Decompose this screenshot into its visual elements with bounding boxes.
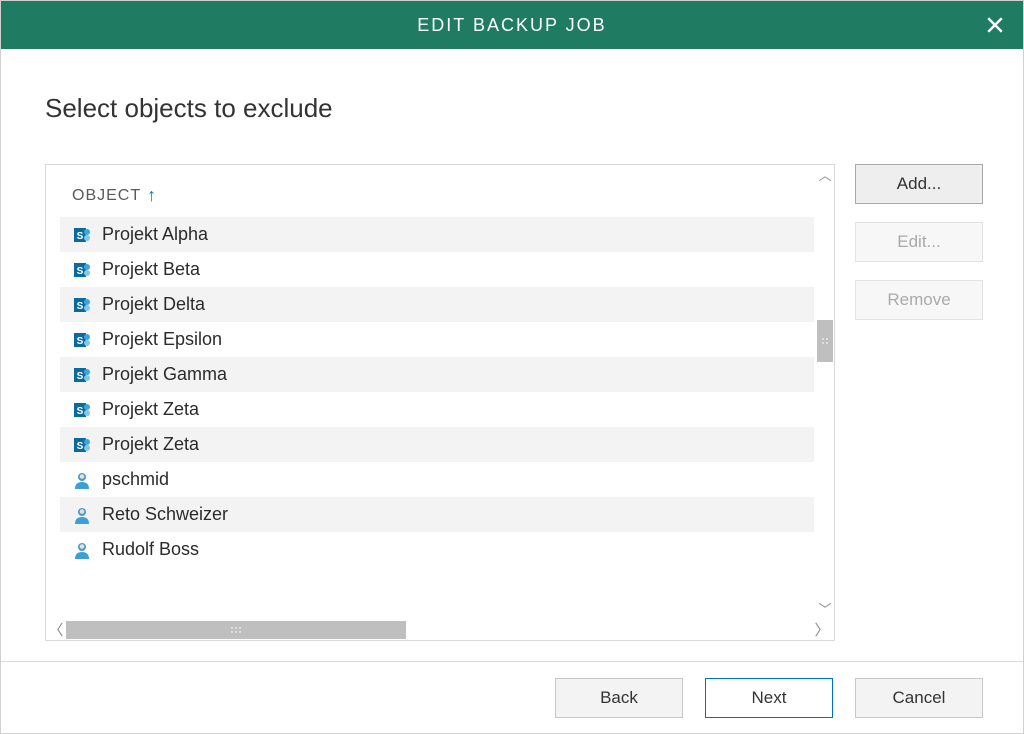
edit-backup-job-dialog: EDIT BACKUP JOB Select objects to exclud… xyxy=(0,0,1024,734)
svg-text:S: S xyxy=(77,441,84,452)
vertical-scroll-thumb[interactable] xyxy=(817,320,833,362)
object-list-container: OBJECT ↑ S Projekt Alpha S Projekt Beta S Pro… xyxy=(45,164,835,641)
list-item-icon-cell xyxy=(72,540,92,560)
list-item-label: Projekt Beta xyxy=(102,259,200,280)
list-item-label: pschmid xyxy=(102,469,169,490)
sharepoint-icon: S xyxy=(73,401,91,419)
sharepoint-icon: S xyxy=(73,331,91,349)
main-area: OBJECT ↑ S Projekt Alpha S Projekt Beta S Pro… xyxy=(45,164,983,641)
list-item-label: Projekt Zeta xyxy=(102,434,199,455)
svg-text:S: S xyxy=(77,371,84,382)
list-item[interactable]: S Projekt Beta xyxy=(60,252,814,287)
column-header-label: OBJECT xyxy=(72,187,141,205)
back-button[interactable]: Back xyxy=(555,678,683,718)
horizontal-scrollbar[interactable]: 〈 〉 xyxy=(46,620,834,640)
dialog-titlebar: EDIT BACKUP JOB xyxy=(1,1,1023,49)
list-item-label: Projekt Epsilon xyxy=(102,329,222,350)
list-item-label: Rudolf Boss xyxy=(102,539,199,560)
side-buttons: Add... Edit... Remove xyxy=(855,164,983,641)
list-item[interactable]: pschmid xyxy=(60,462,814,497)
list-item-label: Projekt Zeta xyxy=(102,399,199,420)
close-icon xyxy=(986,16,1004,34)
scroll-up-icon[interactable]: ︿ xyxy=(818,169,831,182)
svg-text:S: S xyxy=(77,301,84,312)
remove-button[interactable]: Remove xyxy=(855,280,983,320)
sharepoint-icon: S xyxy=(73,296,91,314)
list-item-icon-cell: S xyxy=(72,330,92,350)
sharepoint-icon: S xyxy=(73,436,91,454)
scroll-down-icon[interactable]: ﹀ xyxy=(818,603,831,616)
cancel-button[interactable]: Cancel xyxy=(855,678,983,718)
user-icon xyxy=(72,540,92,560)
dialog-title: EDIT BACKUP JOB xyxy=(417,15,606,36)
scroll-left-icon[interactable]: 〈 xyxy=(46,623,66,638)
next-button[interactable]: Next xyxy=(705,678,833,718)
sharepoint-icon: S xyxy=(73,226,91,244)
list-item-icon-cell: S xyxy=(72,400,92,420)
list-column-header[interactable]: OBJECT ↑ xyxy=(46,165,834,217)
list-item-icon-cell: S xyxy=(72,435,92,455)
add-button[interactable]: Add... xyxy=(855,164,983,204)
svg-text:S: S xyxy=(77,266,84,277)
sort-ascending-icon: ↑ xyxy=(147,186,157,204)
list-item[interactable]: S Projekt Zeta xyxy=(60,392,814,427)
list-item[interactable]: S Projekt Delta xyxy=(60,287,814,322)
list-item-icon-cell: S xyxy=(72,260,92,280)
list-item-label: Projekt Gamma xyxy=(102,364,227,385)
list-item-label: Projekt Delta xyxy=(102,294,205,315)
list-item-icon-cell xyxy=(72,470,92,490)
close-button[interactable] xyxy=(979,9,1011,41)
list-item[interactable]: Reto Schweizer xyxy=(60,497,814,532)
user-icon xyxy=(72,470,92,490)
dialog-footer: Back Next Cancel xyxy=(1,661,1023,733)
list-item[interactable]: S Projekt Zeta xyxy=(60,427,814,462)
dialog-content: Select objects to exclude OBJECT ↑ S Proj… xyxy=(1,49,1023,661)
svg-text:S: S xyxy=(77,406,84,417)
svg-text:S: S xyxy=(77,336,84,347)
list-item-icon-cell: S xyxy=(72,365,92,385)
sharepoint-icon: S xyxy=(73,366,91,384)
list-item-icon-cell: S xyxy=(72,295,92,315)
list-item-label: Reto Schweizer xyxy=(102,504,228,525)
list-item[interactable]: Rudolf Boss xyxy=(60,532,814,567)
svg-text:S: S xyxy=(77,231,84,242)
list-item-icon-cell: S xyxy=(72,225,92,245)
object-list-body: S Projekt Alpha S Projekt Beta S Projekt Delt… xyxy=(46,217,834,620)
list-item-label: Projekt Alpha xyxy=(102,224,208,245)
vertical-scrollbar[interactable]: ︿ ﹀ xyxy=(816,165,834,620)
sharepoint-icon: S xyxy=(73,261,91,279)
list-item[interactable]: S Projekt Epsilon xyxy=(60,322,814,357)
list-item[interactable]: S Projekt Alpha xyxy=(60,217,814,252)
list-item[interactable]: S Projekt Gamma xyxy=(60,357,814,392)
scroll-right-icon[interactable]: 〉 xyxy=(812,623,832,638)
page-heading: Select objects to exclude xyxy=(45,93,983,124)
horizontal-scroll-track[interactable] xyxy=(66,620,812,640)
list-item-icon-cell xyxy=(72,505,92,525)
horizontal-scroll-thumb[interactable] xyxy=(66,621,406,639)
user-icon xyxy=(72,505,92,525)
edit-button[interactable]: Edit... xyxy=(855,222,983,262)
